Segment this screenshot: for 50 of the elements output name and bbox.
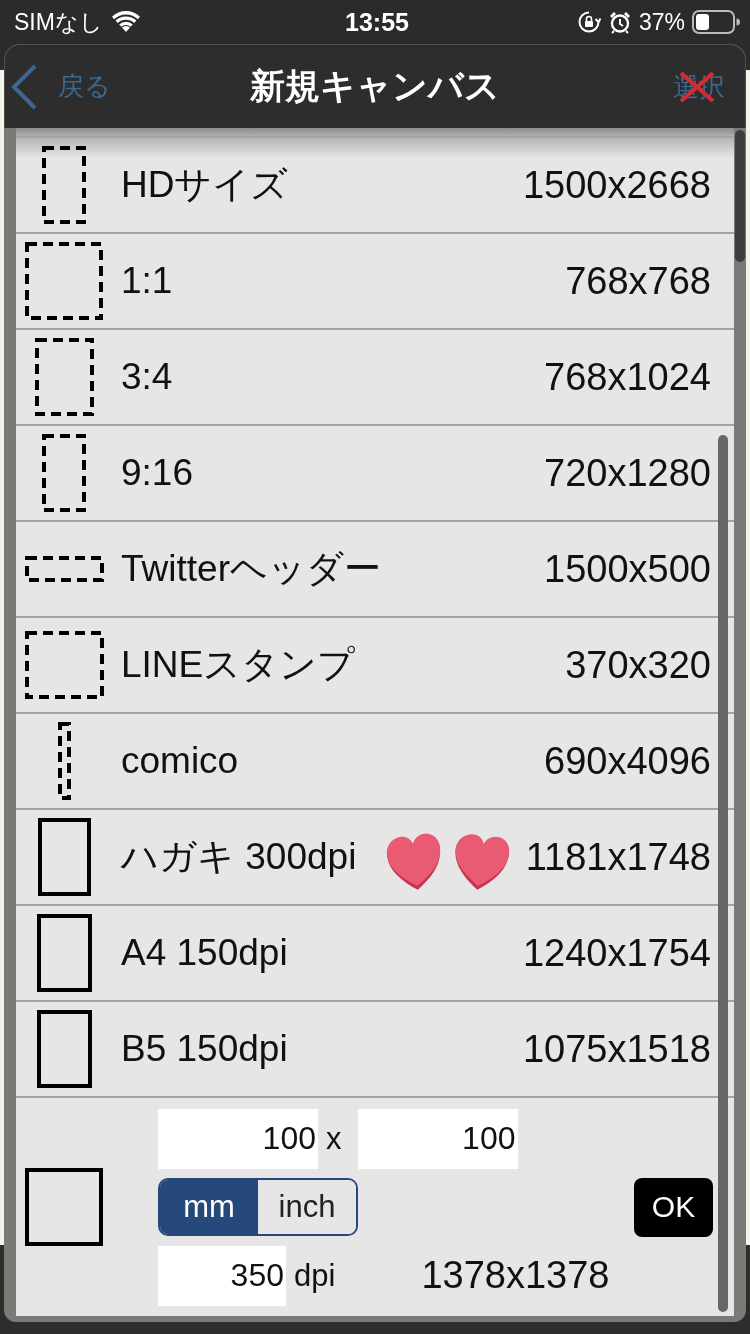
preset-size: 370x320 [565,643,711,687]
rectangle-icon [25,1168,103,1246]
preset-size: 768x1024 [544,355,711,399]
preset-size: 1181x1748 [525,835,711,879]
clock-time: 13:55 [345,7,409,37]
preset-name: LINEスタンプ [121,643,356,687]
dashed-rectangle-icon [42,434,86,512]
preset-name: 1:1 [121,260,173,302]
preset-name: B5 150dpi [121,1028,288,1070]
preset-size: 768x768 [565,259,711,303]
preset-row[interactable]: 1:1 768x768 [16,234,734,330]
pixel-size: 1378x1378 [421,1254,610,1297]
dashed-rectangle-icon [42,146,86,224]
preset-row[interactable]: 3:4 768x1024 [16,330,734,426]
rectangle-icon [37,818,91,896]
dashed-rectangle-icon [57,722,71,800]
carrier-label: SIMなし [14,7,103,37]
rectangle-icon [36,914,92,992]
wifi-icon [110,11,141,33]
preset-size: 690x4096 [544,739,711,783]
preset-row[interactable]: HDサイズ 1500x2668 [16,136,734,234]
preset-size: 1240x1754 [522,931,711,975]
preset-name: 3:4 [121,356,173,398]
screen-title: 新規キャンバス [250,65,500,107]
preset-size: 1500x2668 [522,163,711,207]
preset-name: 9:16 [121,452,193,494]
unit-segment[interactable]: mm [160,1180,258,1234]
height-field[interactable]: 100 [357,1108,518,1169]
dpi-label: dpi [294,1257,336,1294]
dashed-rectangle-icon [25,242,103,320]
preset-name: ハガキ 300dpi [121,835,357,879]
preset-size: 720x1280 [544,451,711,495]
preset-name: comico [121,740,239,782]
dpi-field[interactable]: 350 [158,1245,286,1306]
rotation-lock-icon [576,10,601,34]
dashed-rectangle-icon [24,556,104,582]
preset-size: 1075x1518 [522,1027,711,1071]
dashed-rectangle-icon [24,631,104,699]
preset-name: Twitterヘッダー [121,547,381,591]
battery-icon [692,10,740,34]
preset-size: 1500x500 [544,547,711,591]
chevron-left-icon [10,63,38,110]
preset-name: A4 150dpi [121,932,288,974]
preset-name: HDサイズ [121,163,289,207]
ok-button[interactable]: OK [634,1177,713,1237]
rectangle-icon [36,1010,92,1088]
battery-percent: 37% [638,8,685,36]
separator-label: x [326,1120,342,1157]
dashed-rectangle-icon [34,338,94,416]
width-field[interactable]: 100 [158,1108,318,1169]
